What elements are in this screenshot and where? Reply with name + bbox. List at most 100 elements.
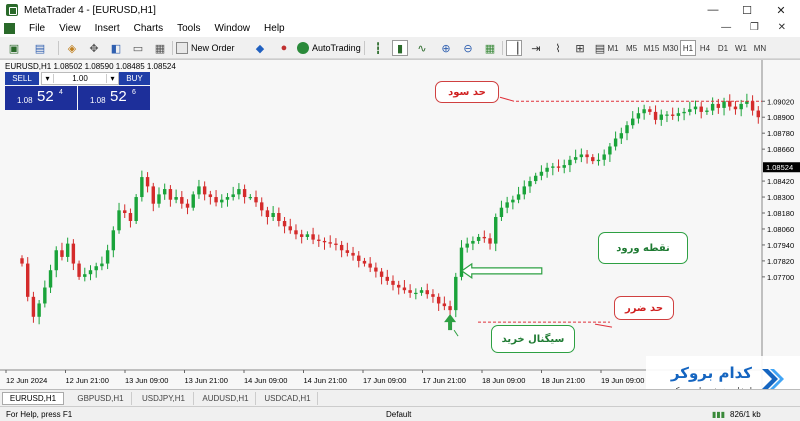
tab-usdjpy[interactable]: USDJPY,H1 (134, 392, 194, 405)
bullish-candle (419, 290, 424, 293)
bullish-candle (625, 125, 629, 134)
menu-bar: File View Insert Charts Tools Window Hel… (0, 20, 800, 37)
title-bar: MetaTrader 4 - [EURUSD,H1] — ☐ ✕ (0, 0, 800, 20)
bearish-candle (648, 109, 652, 112)
tester-icon[interactable]: ▦ (152, 40, 168, 56)
autotrading-label: AutoTrading (312, 43, 361, 53)
bullish-candle (83, 274, 87, 277)
menu-file[interactable]: File (29, 23, 45, 34)
bullish-candle (459, 247, 464, 277)
bullish-candle (693, 106, 698, 110)
bullish-candle (710, 103, 715, 111)
bullish-candle (545, 167, 549, 172)
bearish-candle (311, 234, 315, 240)
sell-quote[interactable]: 1.08 52 4 (5, 86, 77, 110)
price-tick-label: 1.08900 (767, 113, 794, 122)
time-tick-label: 14 Jun 21:00 (304, 376, 347, 385)
price-tick-label: 1.08420 (767, 177, 794, 186)
zoom-in-icon[interactable]: ⊕ (438, 40, 454, 56)
timeframe-w1[interactable]: W1 (734, 40, 748, 56)
bullish-candle (414, 292, 418, 295)
bullish-candle (88, 270, 93, 275)
menu-tools[interactable]: Tools (177, 23, 200, 34)
timeframe-h4[interactable]: H4 (698, 40, 712, 56)
bullish-candle (454, 276, 458, 311)
terminal-icon[interactable]: ▭ (130, 40, 146, 56)
chart-tabs: EURUSD,H1 GBPUSD,H1 USDJPY,H1 AUDUSD,H1 … (0, 389, 800, 406)
navigator-icon[interactable]: ◧ (108, 40, 124, 56)
bullish-candle (305, 234, 310, 237)
timeframe-d1[interactable]: D1 (716, 40, 730, 56)
minimize-button[interactable]: — (696, 0, 730, 20)
bullish-candle (157, 194, 161, 204)
profiles-icon[interactable]: ▤ (32, 40, 48, 56)
bearish-candle (442, 303, 447, 307)
new-chart-icon[interactable]: ▣ (6, 40, 22, 56)
indicators-icon[interactable]: ⌇ (550, 40, 566, 56)
menu-view[interactable]: View (59, 23, 81, 34)
chart-window-controls[interactable]: — ❐ ✕ (721, 22, 794, 33)
lot-increase-icon[interactable]: ▾ (106, 74, 118, 83)
bearish-candle (254, 197, 258, 203)
bullish-candle (248, 197, 253, 199)
timeframe-m1[interactable]: M1 (606, 40, 620, 56)
bar-chart-icon[interactable]: ┇ (370, 40, 386, 56)
lot-size-field[interactable]: ▾ 1.00 ▾ (41, 72, 119, 85)
bullish-candle (197, 186, 201, 195)
buy-button[interactable]: BUY (119, 72, 150, 85)
metaeditor-icon[interactable]: ◆ (252, 40, 268, 56)
bearish-candle (145, 177, 150, 187)
bearish-candle (60, 250, 64, 257)
bullish-candle (494, 217, 498, 244)
entry-arrow (460, 262, 543, 280)
status-help-text: For Help, press F1 (6, 410, 73, 419)
line-chart-icon[interactable]: ∿ (414, 40, 430, 56)
signals-icon[interactable]: ● (276, 40, 292, 56)
timeframe-m5[interactable]: M5 (624, 40, 639, 56)
price-tick-label: 1.07940 (767, 241, 794, 250)
tab-eurusd[interactable]: EURUSD,H1 (2, 392, 64, 405)
sell-button[interactable]: SELL (5, 72, 39, 85)
periods-icon[interactable]: ⊞ (572, 40, 588, 56)
zoom-out-icon[interactable]: ⊖ (460, 40, 476, 56)
chart-shift-icon[interactable]: ⇥ (528, 40, 544, 56)
bullish-candle (37, 303, 41, 317)
candlestick-chart-icon[interactable]: ▮ (392, 40, 408, 56)
maximize-button[interactable]: ☐ (730, 0, 764, 20)
new-order-button[interactable]: New Order (176, 40, 235, 56)
buy-quote[interactable]: 1.08 52 6 (78, 86, 150, 110)
menu-window[interactable]: Window (214, 23, 250, 34)
autotrading-icon (297, 42, 309, 54)
timeframe-m15[interactable]: M15 (642, 40, 661, 56)
tab-usdcad[interactable]: USDCAD,H1 (258, 392, 318, 405)
bullish-candle (476, 236, 481, 241)
price-tick-label: 1.07700 (767, 273, 794, 282)
bullish-candle (237, 189, 241, 195)
bearish-candle (482, 236, 487, 239)
tab-gbpusd[interactable]: GBPUSD,H1 (70, 392, 132, 405)
timeframe-mn[interactable]: MN (752, 40, 768, 56)
connection-status-icon: ▮▮▮ (712, 410, 726, 419)
autotrading-button[interactable]: AutoTrading (297, 40, 361, 56)
take-profit-pointer (499, 96, 515, 102)
bullish-candle (43, 287, 47, 304)
autoscroll-icon[interactable]: ▕ (506, 40, 522, 56)
menu-charts[interactable]: Charts (134, 23, 163, 34)
bullish-candle (191, 194, 195, 208)
timeframe-h1[interactable]: H1 (680, 40, 696, 56)
crosshair-move-icon[interactable]: ✥ (86, 40, 102, 56)
bullish-candle (134, 197, 138, 221)
toolbar: ▣ ▤ ◈ ✥ ◧ ▭ ▦ New Order ◆ ● AutoTrading … (0, 37, 800, 59)
price-tick-label: 1.08180 (767, 209, 794, 218)
market-watch-icon[interactable]: ◈ (64, 40, 80, 56)
timeframe-m30[interactable]: M30 (661, 40, 680, 56)
menu-insert[interactable]: Insert (95, 23, 120, 34)
tile-windows-icon[interactable]: ▦ (482, 40, 498, 56)
bullish-candle (659, 114, 663, 120)
menu-help[interactable]: Help (264, 23, 285, 34)
lot-decrease-icon[interactable]: ▾ (42, 74, 54, 83)
time-tick-label: 18 Jun 21:00 (542, 376, 585, 385)
bearish-candle (345, 250, 350, 253)
tab-audusd[interactable]: AUDUSD,H1 (196, 392, 256, 405)
close-button[interactable]: ✕ (764, 0, 798, 20)
